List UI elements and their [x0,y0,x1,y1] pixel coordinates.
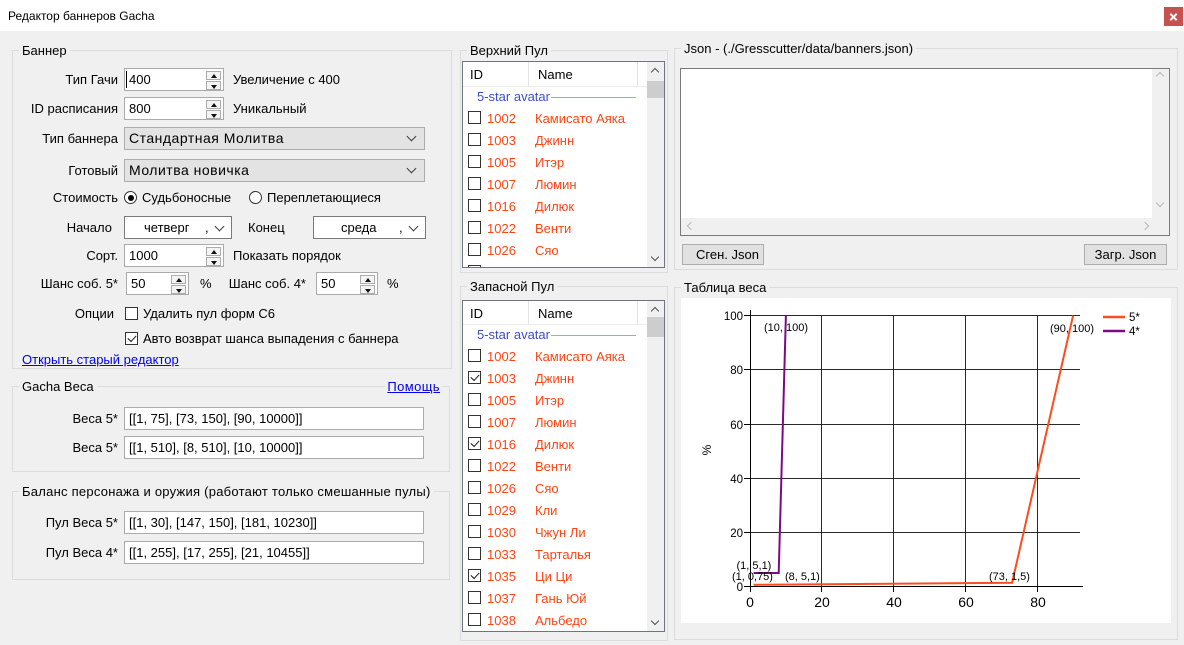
svg-text:100: 100 [724,311,743,323]
svg-text:20: 20 [814,594,830,610]
svg-text:5*: 5* [1129,312,1140,324]
svg-text:(10, 100): (10, 100) [764,322,808,334]
svg-text:40: 40 [886,594,902,610]
svg-text:80: 80 [730,365,743,377]
svg-text:80: 80 [1030,594,1046,610]
svg-text:40: 40 [730,474,743,486]
svg-text:(8, 5,1): (8, 5,1) [785,571,820,583]
svg-text:60: 60 [730,420,743,432]
svg-text:60: 60 [958,594,974,610]
svg-text:%: % [700,444,714,455]
svg-text:4*: 4* [1129,326,1140,338]
svg-text:(73, 1,5): (73, 1,5) [989,571,1030,583]
svg-text:20: 20 [730,528,743,540]
svg-text:(90, 100): (90, 100) [1050,323,1094,335]
svg-text:0: 0 [737,582,743,594]
svg-text:0: 0 [746,594,754,610]
svg-text:(1, 0,75): (1, 0,75) [732,571,773,583]
